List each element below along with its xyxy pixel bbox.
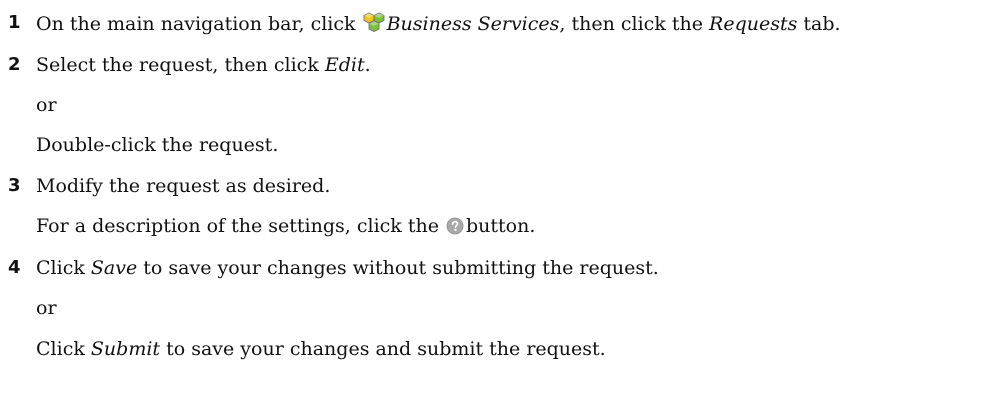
step-number: 1	[8, 12, 21, 33]
step-number: 2	[8, 54, 21, 75]
cubes-icon	[363, 11, 385, 39]
help-icon	[446, 217, 464, 241]
step-number: 4	[8, 257, 21, 278]
procedure-document: 1 On the main navigation bar, click Busi…	[8, 11, 841, 360]
step-text: Click Save to save your changes without …	[36, 257, 659, 279]
step-text: Select the request, then click Edit.	[36, 54, 371, 76]
step-text: Modify the request as desired.	[36, 175, 331, 197]
step-number: 3	[8, 175, 21, 196]
step-text: On the main navigation bar, click Busine…	[36, 11, 841, 39]
